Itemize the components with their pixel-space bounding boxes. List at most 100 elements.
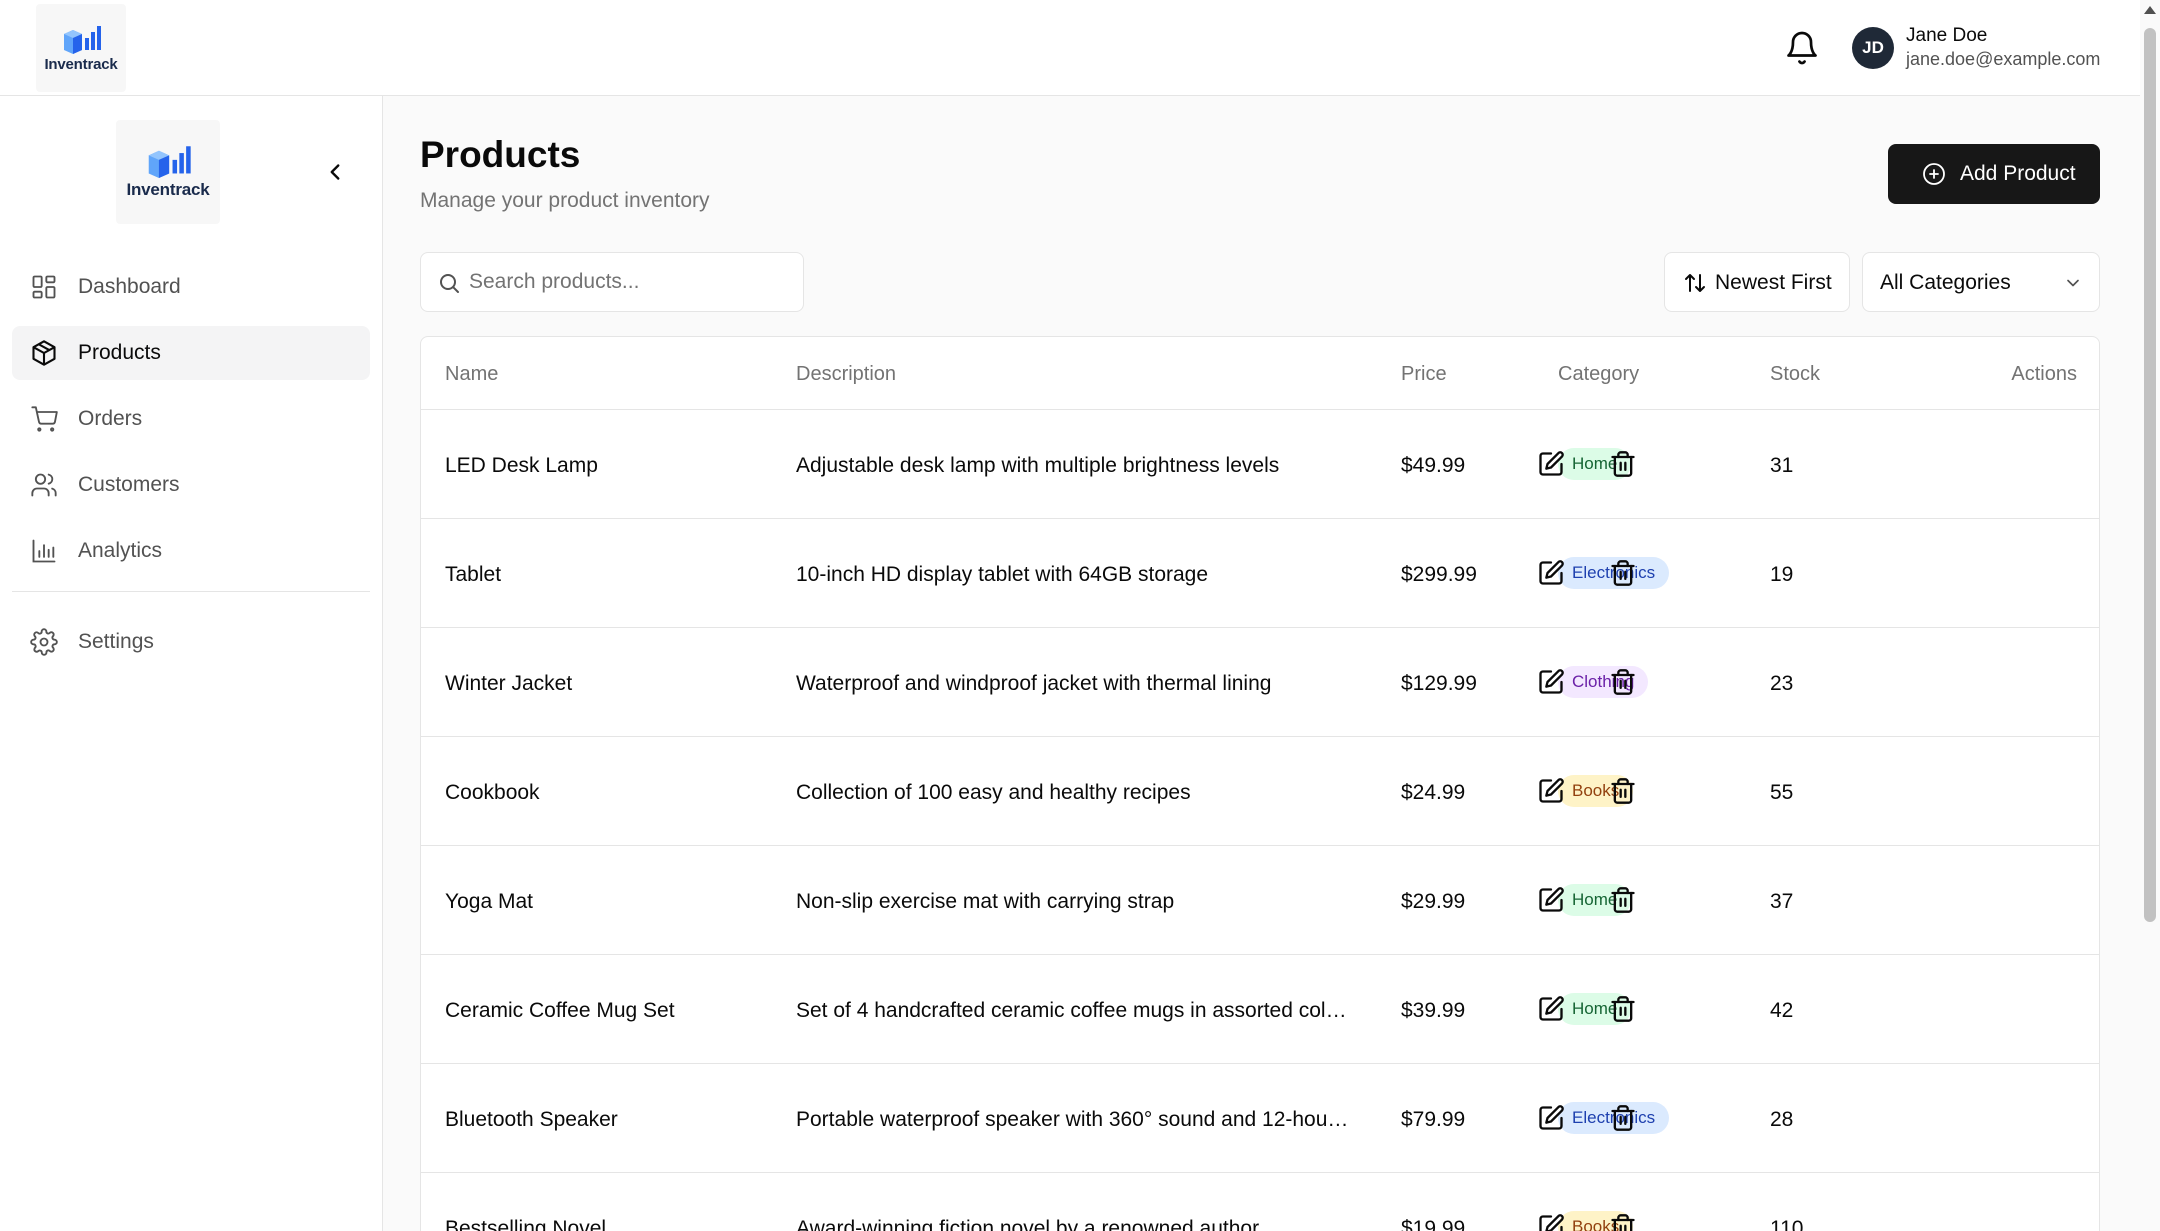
bell-icon[interactable] xyxy=(1784,30,1820,66)
chevron-down-icon xyxy=(2067,279,2079,287)
chevron-left-icon[interactable] xyxy=(322,156,348,188)
product-price: $79.99 xyxy=(1401,1108,1466,1131)
product-stock: 31 xyxy=(1770,454,1794,477)
add-product-button[interactable]: Add Product xyxy=(1888,144,2100,204)
table-row[interactable]: Yoga Mat Non-slip exercise mat with carry… xyxy=(421,846,2099,955)
sidebar-item-settings[interactable]: Settings xyxy=(12,615,370,669)
sidebar-item-label: Dashboard xyxy=(78,275,181,298)
column-header-price: Price xyxy=(1401,363,1447,385)
column-header-name: Name xyxy=(445,363,499,385)
product-stock: 55 xyxy=(1770,781,1794,804)
logo-text: Inventrack xyxy=(126,180,210,199)
column-header-actions: Actions xyxy=(2011,363,2077,385)
sidebar-item-label: Customers xyxy=(78,473,180,496)
table-row[interactable]: Cookbook Collection of 100 easy and healt… xyxy=(421,737,2099,846)
product-description: Adjustable desk lamp with multiple brigh… xyxy=(796,454,1280,477)
gear-icon xyxy=(30,628,58,656)
product-description: Award-winning fiction novel by a renowne… xyxy=(796,1217,1260,1231)
sidebar-item-analytics[interactable]: Analytics xyxy=(12,524,370,578)
search-box[interactable] xyxy=(420,252,804,312)
product-stock: 110 xyxy=(1770,1217,1804,1231)
sidebar-item-label: Orders xyxy=(78,407,143,430)
category-select[interactable]: All Categories xyxy=(1862,252,2100,312)
add-product-label: Add Product xyxy=(1960,162,2076,185)
table-row[interactable]: Winter Jacket Waterproof and windproof ja… xyxy=(421,628,2099,737)
product-name: Ceramic Coffee Mug Set xyxy=(445,999,675,1022)
product-stock: 23 xyxy=(1770,672,1794,695)
column-header-description: Description xyxy=(796,363,897,385)
bar-chart-icon xyxy=(32,539,56,563)
avatar[interactable]: JD xyxy=(1852,27,1894,69)
sidebar-item-customers[interactable]: Customers xyxy=(12,458,370,512)
sidebar-item-dashboard[interactable]: Dashboard xyxy=(12,260,370,314)
table-row[interactable]: Bluetooth Speaker Portable waterproof spe… xyxy=(421,1064,2099,1173)
sort-label: Newest First xyxy=(1715,271,1832,294)
edit-icon[interactable] xyxy=(1537,559,1565,587)
product-price: $29.99 xyxy=(1401,890,1466,913)
product-description: Set of 4 handcrafted ceramic coffee mugs… xyxy=(796,999,1347,1022)
product-description: Waterproof and windproof jacket with the… xyxy=(796,672,1272,695)
cart-icon xyxy=(31,406,58,432)
product-name: Bestselling Novel xyxy=(445,1217,607,1231)
column-header-category: Category xyxy=(1558,363,1640,385)
sidebar-item-orders[interactable]: Orders xyxy=(12,392,370,446)
product-price: $129.99 xyxy=(1401,672,1477,695)
sidebar-logo[interactable]: Inventrack xyxy=(116,120,220,224)
product-price: $24.99 xyxy=(1401,781,1466,804)
logo-text: Inventrack xyxy=(44,55,118,73)
search-input[interactable] xyxy=(469,263,789,301)
edit-icon[interactable] xyxy=(1537,886,1565,914)
edit-icon[interactable] xyxy=(1537,450,1565,478)
trash-icon[interactable] xyxy=(1609,559,1637,587)
sidebar-item-products[interactable]: Products xyxy=(12,326,370,380)
trash-icon[interactable] xyxy=(1609,777,1637,805)
sidebar-divider xyxy=(12,591,370,592)
table-row[interactable]: Tablet 10-inch HD display tablet with 64G… xyxy=(421,519,2099,628)
product-name: Bluetooth Speaker xyxy=(445,1108,618,1131)
edit-icon[interactable] xyxy=(1537,1213,1565,1231)
scroll-up-arrow-icon[interactable] xyxy=(2144,6,2156,14)
trash-icon[interactable] xyxy=(1609,995,1637,1023)
plus-circle-icon xyxy=(1923,163,1945,185)
product-price: $19.99 xyxy=(1401,1217,1466,1231)
sidebar-item-label: Settings xyxy=(78,630,154,653)
sort-icon xyxy=(1685,274,1705,292)
sidebar-item-label: Analytics xyxy=(78,539,163,562)
sort-button[interactable]: Newest First xyxy=(1664,252,1850,312)
product-stock: 28 xyxy=(1770,1108,1794,1131)
product-stock: 42 xyxy=(1770,999,1794,1022)
edit-icon[interactable] xyxy=(1537,995,1565,1023)
trash-icon[interactable] xyxy=(1609,886,1637,914)
trash-icon[interactable] xyxy=(1609,450,1637,478)
trash-icon[interactable] xyxy=(1609,668,1637,696)
product-name: Cookbook xyxy=(445,781,540,804)
user-email: jane.doe@example.com xyxy=(1906,49,2101,69)
edit-icon[interactable] xyxy=(1537,777,1565,805)
products-table: Name Description Price Category Stock Ac… xyxy=(420,336,2100,1231)
column-header-stock: Stock xyxy=(1770,363,1821,385)
page-scrollbar[interactable] xyxy=(2140,0,2160,1231)
product-price: $299.99 xyxy=(1401,563,1477,586)
product-description: 10-inch HD display tablet with 64GB stor… xyxy=(796,563,1209,586)
product-stock: 37 xyxy=(1770,890,1794,913)
page-title: Products xyxy=(420,134,581,175)
table-row[interactable]: LED Desk Lamp Adjustable desk lamp with m… xyxy=(421,410,2099,519)
edit-icon[interactable] xyxy=(1537,1104,1565,1132)
logo-icon xyxy=(64,25,101,54)
logo-icon xyxy=(148,146,191,178)
product-price: $49.99 xyxy=(1401,454,1466,477)
trash-icon[interactable] xyxy=(1609,1104,1637,1132)
product-price: $39.99 xyxy=(1401,999,1466,1022)
product-name: Yoga Mat xyxy=(445,890,533,913)
trash-icon[interactable] xyxy=(1609,1213,1637,1231)
product-stock: 19 xyxy=(1770,563,1794,586)
scroll-thumb[interactable] xyxy=(2144,28,2156,922)
table-row[interactable]: Bestselling Novel Award-winning fiction n… xyxy=(421,1173,2099,1231)
table-header: Name Description Price Category Stock Ac… xyxy=(421,337,2099,410)
header-logo[interactable]: Inventrack xyxy=(36,4,126,92)
table-row[interactable]: Ceramic Coffee Mug Set Set of 4 handcraft… xyxy=(421,955,2099,1064)
edit-icon[interactable] xyxy=(1537,668,1565,696)
product-name: Tablet xyxy=(445,563,502,586)
product-description: Non-slip exercise mat with carrying stra… xyxy=(796,890,1175,913)
users-icon xyxy=(31,473,57,497)
